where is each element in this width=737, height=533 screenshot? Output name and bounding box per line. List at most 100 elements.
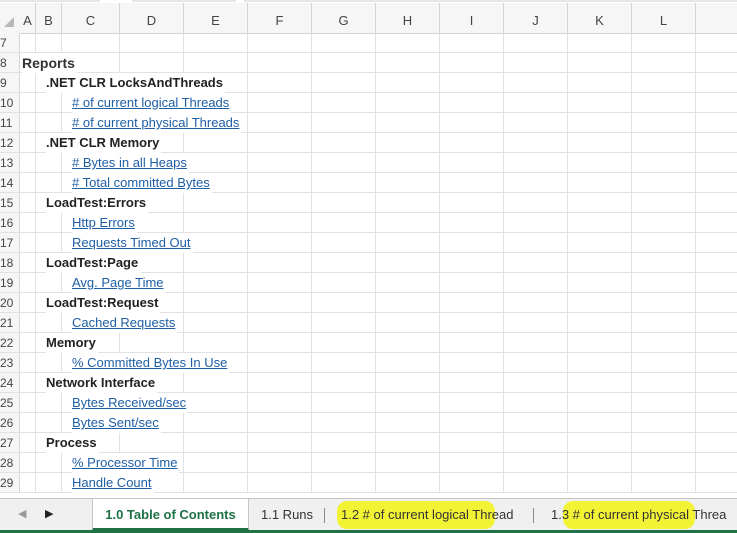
counter-link[interactable]: Avg. Page Time [72, 273, 166, 293]
gridline [311, 193, 312, 213]
tab-current-logical-thread[interactable]: 1.2 # of current logical Thread [341, 499, 513, 531]
gridline [567, 193, 568, 213]
column-header-bar: ABCDEFGHIJKL [0, 3, 737, 34]
gridline [247, 193, 248, 213]
gridline [183, 433, 184, 453]
column-header-i[interactable]: I [440, 3, 504, 33]
column-header-b[interactable]: B [36, 3, 62, 33]
counter-link[interactable]: Requests Timed Out [72, 233, 193, 253]
row-header[interactable]: 13 [0, 153, 20, 173]
gridline [439, 473, 440, 493]
column-header-f[interactable]: F [248, 3, 312, 33]
counter-link[interactable]: # of current physical Threads [72, 113, 242, 133]
row-header[interactable]: 11 [0, 113, 20, 133]
gridline [311, 393, 312, 413]
column-header-d[interactable]: D [120, 3, 184, 33]
gridline [503, 333, 504, 353]
row-header[interactable]: 18 [0, 253, 20, 273]
gridline [183, 33, 184, 53]
gridline [567, 453, 568, 473]
column-header-a[interactable]: A [20, 3, 36, 33]
row-header[interactable]: 14 [0, 173, 20, 193]
sheet-tab-bar: ◀ ▶ 1.0 Table of Contents 1.1 Runs 1.2 #… [0, 498, 737, 531]
gridline [375, 33, 376, 53]
counter-link[interactable]: % Processor Time [72, 453, 180, 473]
counter-category: Network Interface [46, 373, 158, 393]
row-header[interactable]: 25 [0, 393, 20, 413]
gridline [311, 53, 312, 73]
counter-link[interactable]: Cached Requests [72, 313, 178, 333]
counter-link[interactable]: Bytes Received/sec [72, 393, 189, 413]
gridline [311, 413, 312, 433]
gridline [35, 213, 36, 233]
worksheet-grid[interactable]: 7 8 Reports 9 .NET CLR LocksAndThreads 10 # of… [0, 33, 737, 498]
gridline [247, 393, 248, 413]
gridline [61, 393, 62, 413]
row-header[interactable]: 21 [0, 313, 20, 333]
column-header-e[interactable]: E [184, 3, 248, 33]
select-all-corner[interactable] [0, 3, 20, 33]
row-header[interactable]: 15 [0, 193, 20, 213]
gridline [375, 213, 376, 233]
column-header-h[interactable]: H [376, 3, 440, 33]
column-header-j[interactable]: J [504, 3, 568, 33]
gridline [61, 453, 62, 473]
row-header[interactable]: 26 [0, 413, 20, 433]
counter-link[interactable]: Http Errors [72, 213, 137, 233]
row-header[interactable]: 12 [0, 133, 20, 153]
row-header[interactable]: 16 [0, 213, 20, 233]
row-header[interactable]: 7 [0, 33, 20, 53]
gridline [311, 233, 312, 253]
gridline [183, 313, 184, 333]
gridline [439, 293, 440, 313]
gridline [247, 73, 248, 93]
row-header[interactable]: 24 [0, 373, 20, 393]
counter-category: Memory [46, 333, 98, 353]
counter-category: Process [46, 433, 99, 453]
column-header-c[interactable]: C [62, 3, 120, 33]
gridline [183, 413, 184, 433]
gridline [61, 473, 62, 493]
gridline [247, 53, 248, 73]
gridline [567, 273, 568, 293]
gridline [439, 233, 440, 253]
counter-link[interactable]: Handle Count [72, 473, 154, 493]
counter-link[interactable]: # Bytes in all Heaps [72, 153, 189, 173]
gridline [375, 273, 376, 293]
row-header[interactable]: 10 [0, 93, 20, 113]
row-header[interactable]: 28 [0, 453, 20, 473]
gridline [375, 193, 376, 213]
gridline [631, 93, 632, 113]
next-sheet-icon[interactable]: ▶ [45, 507, 53, 520]
prev-sheet-icon[interactable]: ◀ [18, 507, 26, 520]
column-header-l[interactable]: L [632, 3, 696, 33]
tab-table-of-contents[interactable]: 1.0 Table of Contents [92, 499, 249, 531]
row-header[interactable]: 27 [0, 433, 20, 453]
gridline [247, 333, 248, 353]
row-header[interactable]: 17 [0, 233, 20, 253]
gridline [375, 73, 376, 93]
column-header-k[interactable]: K [568, 3, 632, 33]
counter-link[interactable]: Bytes Sent/sec [72, 413, 161, 433]
column-header-g[interactable]: G [312, 3, 376, 33]
row-header[interactable]: 19 [0, 273, 20, 293]
gridline [311, 273, 312, 293]
gridline [439, 213, 440, 233]
gridline [311, 373, 312, 393]
sheet-row: 24 Network Interface [0, 373, 737, 393]
row-header[interactable]: 29 [0, 473, 20, 493]
row-header[interactable]: 22 [0, 333, 20, 353]
tab-current-physical-thread[interactable]: 1.3 # of current physical Threa [551, 499, 726, 531]
counter-link[interactable]: # Total committed Bytes [72, 173, 212, 193]
row-header[interactable]: 8 [0, 53, 20, 73]
counter-link[interactable]: % Committed Bytes In Use [72, 353, 230, 373]
row-header[interactable]: 20 [0, 293, 20, 313]
row-header[interactable]: 23 [0, 353, 20, 373]
tab-runs[interactable]: 1.1 Runs [261, 499, 313, 531]
gridline [375, 473, 376, 493]
counter-link[interactable]: # of current logical Threads [72, 93, 232, 113]
gridline [311, 293, 312, 313]
gridline [247, 213, 248, 233]
row-header[interactable]: 9 [0, 73, 20, 93]
gridline [311, 173, 312, 193]
